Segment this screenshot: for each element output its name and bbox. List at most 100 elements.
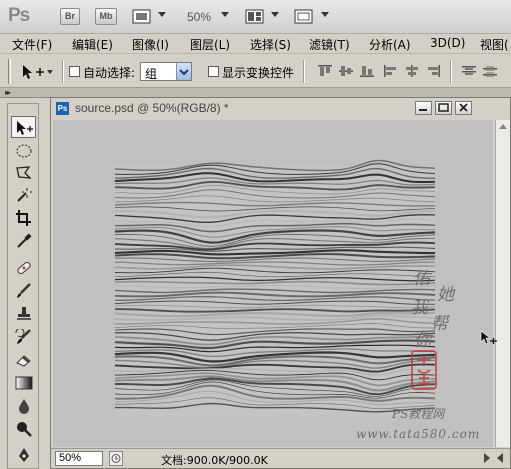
pen-icon	[19, 448, 29, 462]
mini-bridge-button[interactable]: Mb	[95, 8, 117, 25]
menu-image[interactable]: 图像(I)	[132, 36, 169, 53]
status-bar: 50% 文档:900.0K/900.0K	[51, 448, 510, 468]
zoom-caret-icon[interactable]	[221, 12, 229, 17]
options-grip	[8, 59, 11, 84]
tools-panel	[7, 103, 39, 469]
marquee-tool[interactable]	[11, 140, 36, 162]
arrange-icon	[245, 9, 264, 24]
menu-edit[interactable]: 编辑(E)	[72, 36, 113, 53]
screen-mode-button[interactable]	[294, 8, 314, 25]
menu-file[interactable]: 文件(F)	[12, 36, 52, 53]
close-button[interactable]	[455, 101, 472, 115]
options-separator	[450, 60, 452, 83]
align-bottom-icon[interactable]	[360, 65, 374, 77]
crop-tool[interactable]	[11, 207, 36, 229]
scroll-left-icon[interactable]	[497, 453, 503, 463]
arrange-caret-icon[interactable]	[271, 12, 279, 17]
options-bar: 自动选择: 组 显示变换控件	[0, 55, 511, 88]
brush-icon	[17, 283, 31, 298]
dodge-icon	[17, 422, 32, 437]
crop-icon	[16, 210, 31, 226]
watermark-char: 我	[411, 298, 428, 318]
eraser-tool[interactable]	[11, 349, 36, 371]
photoshop-logo: Ps	[8, 5, 30, 26]
magic-wand-icon	[17, 188, 32, 202]
blur-tool[interactable]	[11, 395, 36, 417]
elliptical-marquee-icon	[16, 144, 32, 158]
dodge-tool[interactable]	[11, 418, 36, 440]
history-brush-tool[interactable]	[11, 326, 36, 348]
minimize-icon	[419, 109, 427, 111]
watermark-char: 佑	[413, 269, 430, 289]
eyedropper-icon	[17, 233, 32, 248]
move-arrow-icon	[23, 65, 53, 79]
eyedropper-tool[interactable]	[11, 230, 36, 252]
distribute-top-icon[interactable]	[462, 65, 476, 77]
watermark-char: 帮	[431, 314, 448, 334]
scroll-up-icon[interactable]	[499, 124, 507, 129]
zoom-field[interactable]: 50%	[55, 451, 103, 466]
auto-select-dropdown[interactable]: 组	[140, 62, 192, 81]
clone-stamp-tool[interactable]	[11, 303, 36, 325]
watermark-char: 她	[437, 285, 454, 305]
brush-tool[interactable]	[11, 280, 36, 302]
screen-mode-icon	[294, 9, 313, 24]
menu-view[interactable]: 视图(	[480, 36, 509, 53]
menu-3d[interactable]: 3D(D)	[430, 36, 465, 50]
auto-select-checkbox[interactable]	[69, 66, 80, 77]
watermark-brand: PS教程网	[392, 407, 445, 421]
auto-select-label: 自动选择:	[83, 66, 136, 80]
maximize-button[interactable]	[435, 101, 452, 115]
vertical-scrollbar[interactable]	[495, 120, 510, 447]
align-left-icon[interactable]	[384, 65, 398, 77]
tool-preset-picker[interactable]	[20, 63, 56, 81]
pen-tool[interactable]	[11, 444, 36, 466]
history-brush-icon	[15, 329, 31, 344]
application-bar: Ps Br Mb 50%	[0, 0, 511, 34]
polygonal-lasso-icon	[16, 166, 32, 179]
collapse-panels-icon[interactable]: ▸▸	[5, 88, 11, 97]
align-vertical-center-icon[interactable]	[339, 65, 353, 77]
zoom-level[interactable]: 50%	[187, 10, 211, 24]
options-separator	[62, 60, 64, 83]
menu-bar: 文件(F) 编辑(E) 图像(I) 图层(L) 选择(S) 滤镜(T) 分析(A…	[0, 34, 511, 54]
dropdown-arrow-icon[interactable]	[176, 63, 191, 80]
minimize-button[interactable]	[415, 101, 432, 115]
magic-wand-tool[interactable]	[11, 184, 36, 206]
document-titlebar[interactable]: Ps source.psd @ 50%(RGB/8) *	[51, 98, 510, 118]
blur-icon	[19, 399, 29, 414]
status-arrow-icon[interactable]	[484, 453, 490, 463]
show-transform-checkbox[interactable]	[208, 66, 219, 77]
distribute-center-icon[interactable]	[483, 65, 497, 77]
watermark-url: www.tata580.com	[356, 427, 481, 441]
status-menu-icon[interactable]	[109, 451, 123, 466]
psd-file-icon: Ps	[56, 102, 69, 115]
clone-stamp-icon	[17, 307, 31, 320]
view-extras-caret-icon[interactable]	[158, 12, 166, 17]
menu-layer[interactable]: 图层(L)	[190, 36, 230, 53]
maximize-icon	[438, 103, 449, 112]
bridge-button[interactable]: Br	[60, 8, 80, 25]
move-tool[interactable]	[11, 116, 36, 138]
gradient-tool[interactable]	[11, 372, 36, 394]
align-horizontal-center-icon[interactable]	[405, 65, 419, 77]
document-title: source.psd @ 50%(RGB/8) *	[75, 101, 229, 115]
align-right-icon[interactable]	[426, 65, 440, 77]
healing-brush-tool[interactable]	[11, 257, 36, 279]
lasso-tool[interactable]	[11, 162, 36, 184]
watermark-seal	[411, 350, 437, 390]
close-icon	[459, 103, 468, 112]
screen-mode-caret-icon[interactable]	[321, 12, 329, 17]
film-icon	[132, 9, 151, 24]
view-extras-button[interactable]	[132, 8, 152, 25]
menu-analysis[interactable]: 分析(A)	[369, 36, 411, 53]
eraser-icon	[16, 355, 31, 367]
spot-healing-icon	[17, 261, 31, 275]
align-top-icon[interactable]	[318, 65, 332, 77]
document-size: 文档:900.0K/900.0K	[161, 454, 268, 467]
options-separator	[303, 60, 305, 83]
menu-select[interactable]: 选择(S)	[250, 36, 291, 53]
arrange-documents-button[interactable]	[245, 8, 265, 25]
show-transform-label: 显示变换控件	[222, 66, 295, 80]
menu-filter[interactable]: 滤镜(T)	[309, 36, 350, 53]
